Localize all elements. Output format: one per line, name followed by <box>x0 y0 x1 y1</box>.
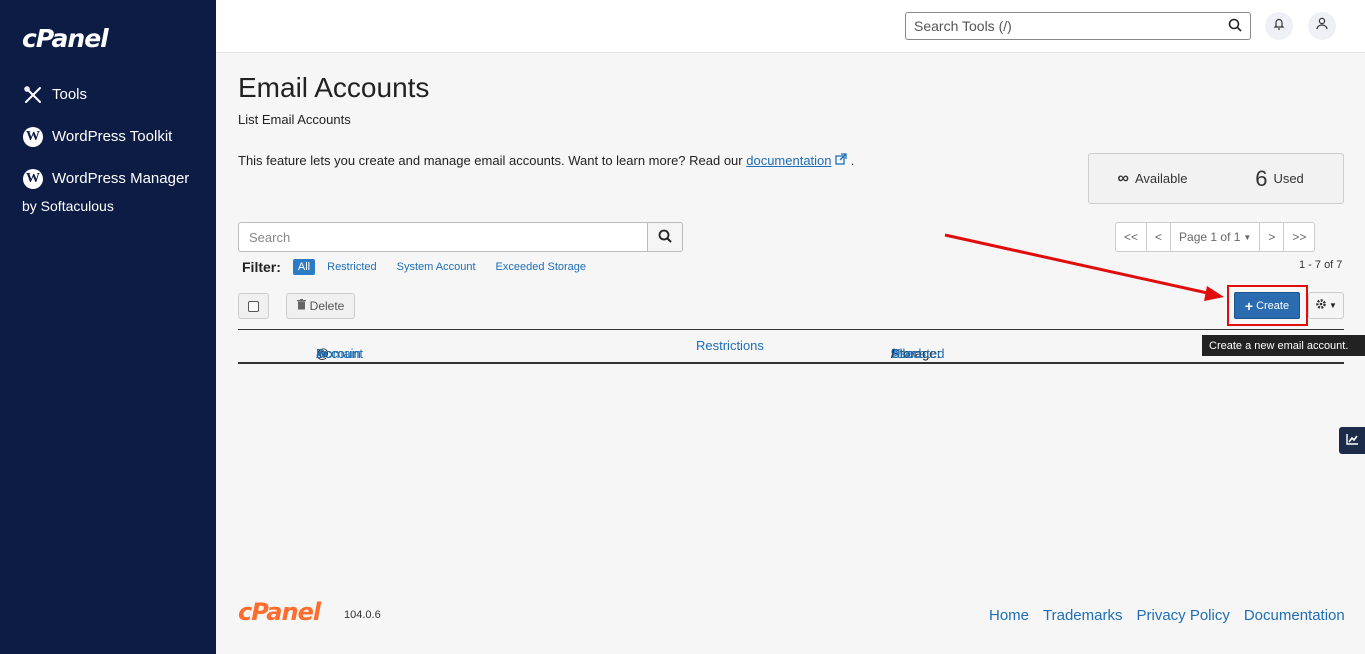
accounts-search-input[interactable] <box>238 222 647 252</box>
last-page-button[interactable]: >> <box>1283 222 1316 252</box>
stats-side-tab[interactable] <box>1339 427 1365 454</box>
intro-text: This feature lets you create and manage … <box>238 153 854 168</box>
sidebar-item-wordpress-manager[interactable]: W WordPress Manager by Softaculous <box>22 165 189 220</box>
chart-icon <box>1346 432 1358 450</box>
filter-bar: Filter: All Restricted System Account Ex… <box>242 259 606 275</box>
sidebar-item-label: WordPress Manager <box>52 170 190 187</box>
version-number: 104.0.6 <box>344 609 381 621</box>
accounts-table-header: Account @ Domain Restrictions Storage: U… <box>238 329 1344 364</box>
filter-restricted[interactable]: Restricted <box>327 261 377 273</box>
page-title: Email Accounts <box>238 72 430 103</box>
caret-down-icon: ▼ <box>1329 301 1337 310</box>
footer-link-trademarks[interactable]: Trademarks <box>1043 607 1122 624</box>
delete-button[interactable]: Delete <box>286 293 355 319</box>
infinity-icon: ∞ <box>1117 169 1129 187</box>
tools-icon <box>22 84 44 106</box>
restrictions-column-header[interactable]: Restrictions <box>696 338 764 353</box>
delete-label: Delete <box>309 299 345 313</box>
sidebar-item-sublabel: by Softaculous <box>22 198 114 214</box>
external-link-icon[interactable] <box>835 153 851 168</box>
sidebar: cPanel Tools W WordPress Toolkit W WordP… <box>0 0 216 654</box>
page-select[interactable]: Page 1 of 1 ▼ <box>1170 222 1261 252</box>
footer-links: Home Trademarks Privacy Policy Documenta… <box>989 607 1359 624</box>
top-bar <box>216 0 1365 53</box>
notifications-button[interactable] <box>1265 12 1293 40</box>
bell-icon <box>1273 17 1285 35</box>
page-label: Page 1 of 1 <box>1179 230 1241 244</box>
results-range: 1 - 7 of 7 <box>1299 259 1343 271</box>
account-stats: ∞ Available 6 Used <box>1088 153 1344 204</box>
sidebar-item-label: Tools <box>52 86 88 103</box>
page-subtitle: List Email Accounts <box>238 112 351 127</box>
wordpress-icon: W <box>22 126 44 148</box>
prev-page-button[interactable]: < <box>1146 222 1172 252</box>
next-page-button[interactable]: > <box>1259 222 1285 252</box>
used-label: Used <box>1273 171 1304 186</box>
checkbox-icon <box>248 300 259 312</box>
search-button[interactable] <box>647 222 683 252</box>
filter-exceeded-storage[interactable]: Exceeded Storage <box>496 261 587 273</box>
pagination: << < Page 1 of 1 ▼ > >> <box>1115 222 1316 252</box>
available-stat: ∞ Available <box>1089 154 1216 203</box>
tools-search-input[interactable] <box>906 13 1216 39</box>
intro-sentence: This feature lets you create and manage … <box>238 153 747 168</box>
user-icon <box>1316 17 1328 35</box>
sidebar-item-label: WordPress Toolkit <box>52 128 173 145</box>
sort-percent[interactable]: % <box>891 346 903 361</box>
user-menu-button[interactable] <box>1308 12 1336 40</box>
select-all-checkbox[interactable] <box>238 293 269 319</box>
plus-icon: + <box>1244 297 1254 314</box>
filter-all[interactable]: All <box>292 259 316 275</box>
search-icon[interactable] <box>1228 18 1242 37</box>
tools-search-box <box>905 12 1251 40</box>
intro-end: . <box>850 153 855 168</box>
footer-link-privacy-policy[interactable]: Privacy Policy <box>1136 607 1229 624</box>
wordpress-icon: W <box>22 168 44 190</box>
used-count: 6 <box>1255 165 1268 191</box>
search-icon <box>658 229 672 246</box>
footer-cpanel-logo[interactable]: cPanel <box>238 598 321 626</box>
chevron-up-icon <box>316 346 326 361</box>
filter-system-account[interactable]: System Account <box>397 261 476 273</box>
footer-link-documentation[interactable]: Documentation <box>1244 607 1345 624</box>
footer-link-home[interactable]: Home <box>989 607 1029 624</box>
first-page-button[interactable]: << <box>1115 222 1148 252</box>
cpanel-logo[interactable]: cPanel <box>22 24 109 53</box>
available-label: Available <box>1134 171 1188 186</box>
filter-label: Filter: <box>242 259 281 275</box>
accounts-search-box <box>238 222 683 252</box>
create-tooltip: Create a new email account. <box>1202 335 1365 356</box>
used-stat: 6 Used <box>1216 154 1343 203</box>
sidebar-item-wordpress-toolkit[interactable]: W WordPress Toolkit <box>22 123 172 151</box>
caret-down-icon: ▼ <box>1243 232 1252 242</box>
sidebar-item-tools[interactable]: Tools <box>22 81 87 109</box>
trash-icon <box>296 299 306 313</box>
create-button[interactable]: + Create <box>1234 292 1300 319</box>
documentation-link[interactable]: documentation <box>746 153 831 168</box>
create-label: Create <box>1256 299 1290 312</box>
gear-icon <box>1315 297 1327 315</box>
settings-dropdown-button[interactable]: ▼ <box>1308 292 1344 319</box>
